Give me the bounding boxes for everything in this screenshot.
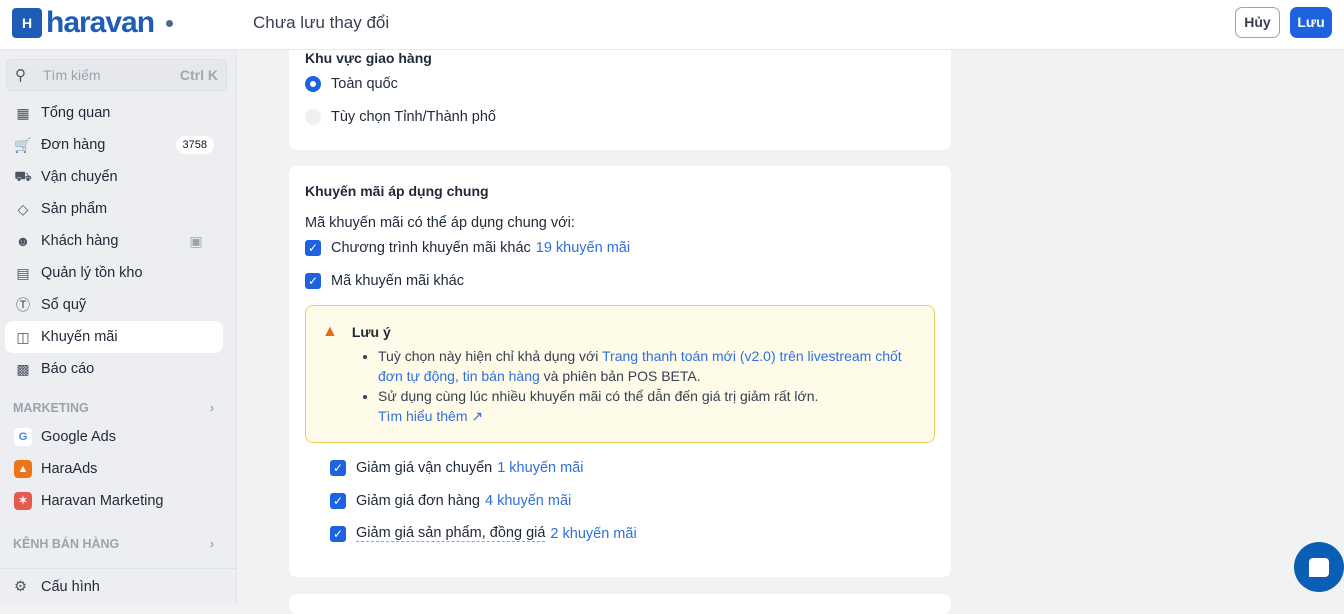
promo-combine-title: Khuyến mãi áp dụng chung xyxy=(305,183,489,199)
checkbox-product-discount[interactable]: ✓ xyxy=(330,525,346,542)
search-input[interactable]: ⚲ Tìm kiếm Ctrl K xyxy=(6,59,227,91)
sidebar-item-haraads[interactable]: ▲ HaraAds xyxy=(5,453,223,485)
users-icon: ☻ xyxy=(15,233,31,249)
sidebar-item-overview[interactable]: ▦ Tổng quan xyxy=(5,97,223,129)
sidebar-item-google-ads[interactable]: G Google Ads xyxy=(5,421,223,453)
checkbox-other-codes[interactable]: ✓ xyxy=(305,272,321,289)
sidebar-item-settings[interactable]: ⚙ Cấu hình xyxy=(0,568,236,604)
page-status: Chưa lưu thay đổi xyxy=(253,13,390,32)
checkbox-other-programs[interactable]: ✓ xyxy=(305,239,321,256)
sidebar-item-products[interactable]: ◇ Sản phẩm xyxy=(5,193,223,225)
sidebar-item-promotions[interactable]: ◫ Khuyến mãi xyxy=(5,321,223,353)
google-icon: G xyxy=(14,428,32,446)
dashboard-icon: ▦ xyxy=(16,104,30,121)
checkbox-shipping-discount[interactable]: ✓ xyxy=(330,459,346,476)
shipping-area-title: Khu vực giao hàng xyxy=(305,50,432,66)
other-programs-link[interactable]: 19 khuyến mãi xyxy=(536,240,630,256)
sidebar-item-inventory[interactable]: ▤ Quản lý tồn kho xyxy=(5,257,223,289)
haravan-marketing-icon: ✶ xyxy=(14,492,32,510)
product-discount-link[interactable]: 2 khuyến mãi xyxy=(550,526,636,542)
chat-icon xyxy=(1309,557,1329,577)
sidebar-item-reports[interactable]: ▩ Báo cáo xyxy=(5,353,223,385)
checkbox-order-discount[interactable]: ✓ xyxy=(330,492,346,509)
shipping-area-card: Khu vực giao hàng Toàn quốc Tùy chọn Tỉn… xyxy=(289,40,951,150)
gift-icon: ◫ xyxy=(16,328,30,345)
radio-by-province[interactable] xyxy=(305,108,321,125)
top-bar: Hharavan Chưa lưu thay đổi Hủy Lưu xyxy=(0,0,1344,50)
chat-support-button[interactable] xyxy=(1294,542,1344,592)
haraads-icon: ▲ xyxy=(14,460,32,478)
save-button[interactable]: Lưu xyxy=(1290,7,1332,38)
truck-icon: ⛟ xyxy=(14,167,32,184)
inventory-icon: ▤ xyxy=(16,264,30,281)
sidebar-item-cashbook[interactable]: Ⓣ Sổ quỹ xyxy=(5,289,223,321)
sidebar-item-haravan-marketing[interactable]: ✶ Haravan Marketing xyxy=(5,485,223,517)
sidebar-item-customers[interactable]: ☻ Khách hàng ▣ xyxy=(5,225,223,257)
cart-icon: 🛒 xyxy=(14,136,32,153)
chart-icon: ▩ xyxy=(16,360,30,377)
promo-combine-card: Khuyến mãi áp dụng chung Mã khuyến mãi c… xyxy=(289,166,951,577)
warning-icon: ▲ xyxy=(322,323,338,340)
shipping-discount-link[interactable]: 1 khuyến mãi xyxy=(497,460,583,476)
sidebar-item-shipping[interactable]: ⛟ Vận chuyển xyxy=(5,161,223,193)
sidebar-item-orders[interactable]: 🛒 Đơn hàng 3758 xyxy=(5,129,223,161)
search-icon: ⚲ xyxy=(15,67,26,84)
sales-channel-section[interactable]: KÊNH BÁN HÀNG › xyxy=(13,537,214,551)
marketing-section[interactable]: MARKETING › xyxy=(13,401,214,415)
next-card xyxy=(289,594,951,614)
warning-note: ▲Lưu ý Tuỳ chọn này hiện chỉ khả dụng vớ… xyxy=(305,305,935,443)
sidebar: ⚲ Tìm kiếm Ctrl K ▦ Tổng quan 🛒 Đơn hàng 37… xyxy=(0,50,237,604)
learn-more-link[interactable]: Tìm hiểu thêm ↗ xyxy=(378,408,483,424)
gear-icon: ⚙ xyxy=(14,578,27,595)
radio-nationwide[interactable] xyxy=(305,75,321,92)
customer-card-icon[interactable]: ▣ xyxy=(187,233,205,250)
haravan-logo[interactable]: Hharavan xyxy=(12,6,174,40)
external-link-icon: ↗ xyxy=(471,408,484,424)
tag-icon: ◇ xyxy=(17,200,29,217)
chevron-right-icon: › xyxy=(209,401,214,415)
dollar-icon: Ⓣ xyxy=(16,297,30,313)
cancel-button[interactable]: Hủy xyxy=(1235,7,1280,38)
orders-count-badge: 3758 xyxy=(175,136,214,154)
order-discount-link[interactable]: 4 khuyến mãi xyxy=(485,493,571,509)
